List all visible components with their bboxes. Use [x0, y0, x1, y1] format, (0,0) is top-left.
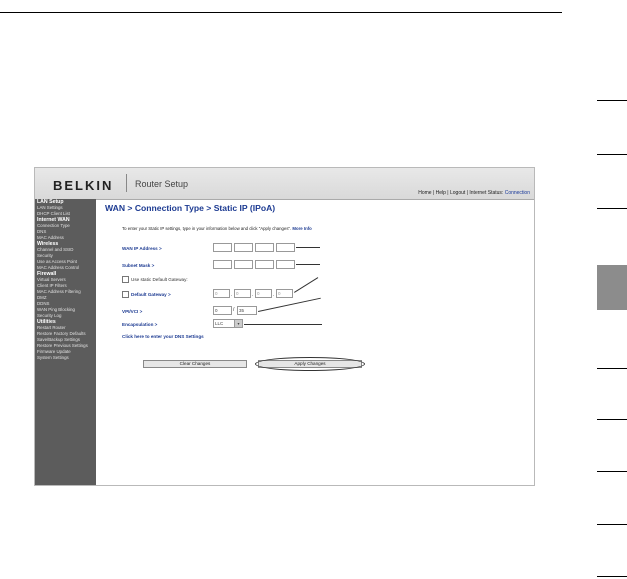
octet-separator: .	[273, 292, 275, 298]
internet-status-value: Connection	[504, 190, 530, 196]
internet-status-label: Internet Status:	[469, 190, 504, 196]
clear-changes-button[interactable]: Clear Changes	[143, 360, 247, 368]
use-gateway-label: Use static Default Gateway:	[131, 277, 188, 282]
app-title: Router Setup	[135, 179, 189, 189]
side-tab-marker	[597, 100, 627, 101]
top-nav-links[interactable]: Home | Help | Logout	[418, 190, 465, 196]
apply-highlight-ring	[255, 357, 365, 371]
header-divider	[126, 174, 127, 192]
gateway-octet-1[interactable]: 0	[213, 289, 230, 298]
encapsulation-select[interactable]: LLC ▾	[213, 319, 243, 328]
side-tab-marker	[597, 208, 627, 209]
vpi-field[interactable]: 0	[213, 306, 232, 315]
vpi-vci-separator: /	[233, 307, 235, 313]
intro-text: To enter your Static IP settings, type i…	[122, 226, 312, 231]
subnet-octet-3[interactable]	[255, 260, 274, 269]
side-tab-marker	[597, 524, 627, 525]
main-content: WAN > Connection Type > Static IP (IPoA)…	[96, 199, 534, 485]
wan-ip-octet-2[interactable]	[234, 243, 253, 252]
default-gateway-row: Default Gateway >	[122, 291, 171, 298]
use-gateway-checkbox[interactable]	[122, 276, 129, 283]
side-tab-marker	[597, 154, 627, 155]
encapsulation-value: LLC	[215, 321, 224, 326]
belkin-logo: BELKIN	[53, 178, 114, 193]
octet-separator: .	[231, 292, 233, 298]
header-bar: BELKIN Router Setup Home | Help | Logout…	[35, 168, 534, 200]
use-gateway-row: Use static Default Gateway:	[122, 276, 188, 283]
chevron-down-icon[interactable]: ▾	[234, 320, 242, 327]
wan-ip-octet-3[interactable]	[255, 243, 274, 252]
sidebar-item[interactable]: System Settings	[35, 355, 96, 361]
intro-instructions: To enter your Static IP settings, type i…	[122, 226, 292, 231]
gateway-octet-2[interactable]: 0	[234, 289, 251, 298]
gateway-checkbox[interactable]	[122, 291, 129, 298]
callout-line	[296, 264, 320, 265]
vpi-vci-label: VPI/VCI >	[122, 309, 143, 314]
callout-line	[244, 324, 322, 325]
top-nav: Home | Help | Logout | Internet Status: …	[418, 190, 530, 196]
sidebar-nav: LAN Setup LAN Settings DHCP Client List Int…	[35, 199, 96, 485]
router-setup-screenshot: BELKIN Router Setup Home | Help | Logout…	[34, 167, 535, 486]
subnet-octet-2[interactable]	[234, 260, 253, 269]
callout-line	[294, 277, 319, 293]
vci-field[interactable]: 35	[237, 306, 257, 315]
encapsulation-label: Encapsulation >	[122, 322, 158, 327]
subnet-octet-4[interactable]	[276, 260, 295, 269]
page-title: WAN > Connection Type > Static IP (IPoA)	[105, 203, 276, 213]
page-top-rule	[0, 12, 562, 13]
wan-ip-label: WAN IP Address >	[122, 246, 162, 251]
side-tab-active	[597, 265, 627, 310]
gateway-octet-4[interactable]: 0	[276, 289, 293, 298]
side-tab-marker	[597, 368, 627, 369]
more-info-link[interactable]: More Info	[292, 226, 311, 231]
wan-ip-octet-4[interactable]	[276, 243, 295, 252]
default-gateway-label: Default Gateway >	[131, 292, 171, 297]
dns-settings-link[interactable]: Click here to enter your DNS Settings	[122, 334, 204, 339]
subnet-octet-1[interactable]	[213, 260, 232, 269]
gateway-octet-3[interactable]: 0	[255, 289, 272, 298]
side-tab-marker	[597, 576, 627, 577]
wan-ip-octet-1[interactable]	[213, 243, 232, 252]
callout-line	[296, 247, 320, 248]
octet-separator: .	[252, 292, 254, 298]
subnet-mask-label: Subnet Mask >	[122, 263, 155, 268]
side-tab-marker	[597, 471, 627, 472]
side-tab-marker	[597, 419, 627, 420]
callout-line	[258, 297, 321, 312]
